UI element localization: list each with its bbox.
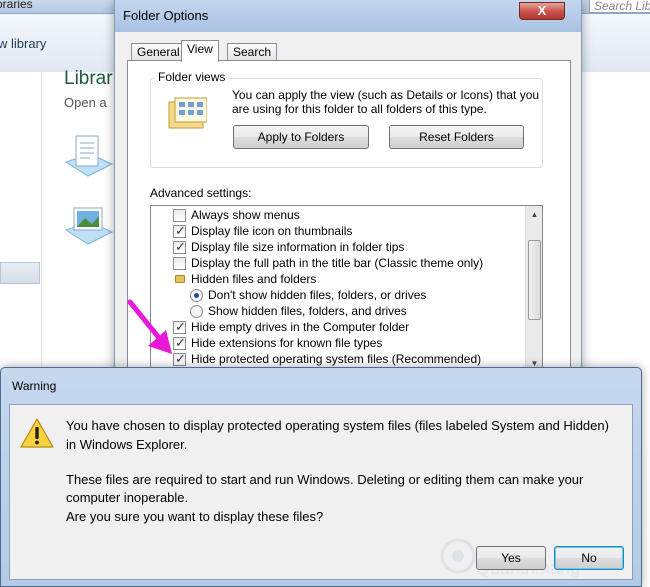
tab-search[interactable]: Search xyxy=(227,43,278,61)
setting-label: Hide empty drives in the Computer folder xyxy=(191,320,410,334)
setting-dont-show-hidden[interactable]: Don't show hidden files, folders, or dri… xyxy=(151,287,525,303)
vertical-scrollbar[interactable]: ▲ ▼ xyxy=(525,206,542,371)
search-input[interactable]: Search Lib xyxy=(589,0,650,13)
warning-icon xyxy=(20,418,54,448)
library-title: Librar xyxy=(64,68,113,89)
warning-title: Warning xyxy=(12,379,57,393)
pictures-library-icon[interactable] xyxy=(62,200,114,250)
description-line: You can apply the view (such as Details … xyxy=(232,88,540,102)
pink-arrow-icon xyxy=(127,299,172,354)
setting-hide-empty-drives[interactable]: Hide empty drives in the Computer folder xyxy=(151,319,525,335)
checkbox[interactable] xyxy=(173,257,186,270)
tab-general[interactable]: General xyxy=(131,43,186,61)
setting-label: Display the full path in the title bar (… xyxy=(191,256,484,270)
checkbox[interactable] xyxy=(173,223,186,239)
advanced-settings-label: Advanced settings: xyxy=(150,186,252,200)
folder-views-label: Folder views xyxy=(155,70,229,84)
description-line: are using for this folder to all folders… xyxy=(232,102,487,116)
no-button[interactable]: No xyxy=(554,546,624,570)
reset-folders-button[interactable]: Reset Folders xyxy=(389,125,524,149)
folder-options-titlebar: Folder Options X xyxy=(115,0,581,32)
setting-display-file-size[interactable]: Display file size information in folder … xyxy=(151,239,525,255)
setting-label: Always show menus xyxy=(191,208,300,222)
folder-views-icon xyxy=(168,97,207,129)
setting-hidden-files-group: Hidden files and folders xyxy=(151,271,525,287)
warning-message-line: You have chosen to display protected ope… xyxy=(66,418,609,433)
setting-label: Don't show hidden files, folders, or dri… xyxy=(208,288,427,302)
warning-message-line: computer inoperable. xyxy=(66,490,189,505)
close-icon: X xyxy=(537,3,547,18)
folder-icon xyxy=(175,275,185,283)
setting-label: Display file size information in folder … xyxy=(191,240,405,254)
setting-label: Show hidden files, folders, and drives xyxy=(208,304,407,318)
new-library-button[interactable]: w library xyxy=(0,36,46,51)
apply-to-folders-button[interactable]: Apply to Folders xyxy=(233,125,369,149)
checkbox[interactable] xyxy=(173,209,186,222)
warning-message-line: in Windows Explorer. xyxy=(66,437,188,452)
watermark-logo-icon xyxy=(440,538,476,574)
setting-label: Hide extensions for known file types xyxy=(191,336,383,350)
setting-show-hidden[interactable]: Show hidden files, folders, and drives xyxy=(151,303,525,319)
setting-label: Hide protected operating system files (R… xyxy=(191,352,482,366)
setting-hide-extensions[interactable]: Hide extensions for known file types xyxy=(151,335,525,351)
warning-question: Are you sure you want to display these f… xyxy=(66,509,324,524)
setting-always-show-menus[interactable]: Always show menus xyxy=(151,207,525,223)
checkbox[interactable] xyxy=(173,239,186,255)
breadcrumb[interactable]: oraries xyxy=(0,0,33,11)
dialog-title: Folder Options xyxy=(123,8,209,23)
radio-button[interactable] xyxy=(190,305,203,318)
library-subtitle: Open a xyxy=(64,95,107,110)
documents-library-icon[interactable] xyxy=(62,132,114,182)
yes-button[interactable]: Yes xyxy=(476,546,546,570)
radio-button[interactable] xyxy=(190,289,203,302)
scroll-up-icon[interactable]: ▲ xyxy=(527,207,542,222)
tab-view[interactable]: View xyxy=(181,40,219,62)
folder-views-description: You can apply the view (such as Details … xyxy=(232,88,542,116)
scroll-thumb[interactable] xyxy=(528,240,541,320)
setting-label: Hidden files and folders xyxy=(191,272,317,286)
setting-hide-protected-os-files[interactable]: Hide protected operating system files (R… xyxy=(151,351,525,367)
warning-message-line: These files are required to start and ru… xyxy=(66,472,584,487)
setting-display-full-path[interactable]: Display the full path in the title bar (… xyxy=(151,255,525,271)
setting-label: Display file icon on thumbnails xyxy=(191,224,353,238)
advanced-settings-list[interactable]: Always show menus Display file icon on t… xyxy=(150,205,543,372)
nav-item-selected[interactable] xyxy=(0,262,40,284)
close-button[interactable]: X xyxy=(519,2,565,20)
setting-display-file-icon[interactable]: Display file icon on thumbnails xyxy=(151,223,525,239)
